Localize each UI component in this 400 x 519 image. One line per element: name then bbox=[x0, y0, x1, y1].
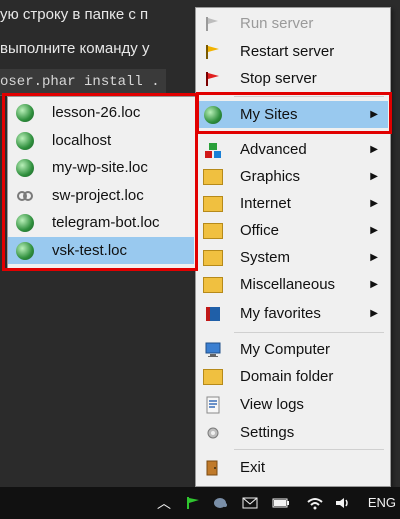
submenu-arrow-icon: ▶ bbox=[370, 225, 378, 236]
menu-item-view-logs[interactable]: View logs bbox=[196, 391, 388, 418]
flag-icon[interactable] bbox=[184, 487, 202, 519]
menu-item-advanced[interactable]: Advanced ▶ bbox=[196, 136, 388, 163]
logs-icon bbox=[202, 394, 224, 416]
wifi-icon[interactable] bbox=[304, 487, 326, 519]
background-text-line-1: ую строку в папке с п bbox=[0, 6, 149, 23]
submenu-arrow-icon: ▶ bbox=[370, 308, 378, 319]
folder-icon bbox=[202, 220, 224, 242]
menu-item-settings[interactable]: Settings bbox=[196, 419, 388, 446]
folder-icon bbox=[202, 193, 224, 215]
restart-server-icon bbox=[202, 41, 224, 63]
menu-item-label: Stop server bbox=[240, 70, 317, 87]
menu-item-label: Advanced bbox=[240, 141, 307, 158]
chevron-up-icon[interactable]: ︿ bbox=[155, 487, 173, 519]
taskbar: ︿ ENG bbox=[0, 487, 400, 519]
computer-icon bbox=[202, 339, 224, 361]
menu-item-label: View logs bbox=[240, 396, 304, 413]
menu-item-my-computer[interactable]: My Computer bbox=[196, 336, 388, 363]
submenu-arrow-icon: ▶ bbox=[370, 144, 378, 155]
tray-context-menu: Run server Restart server Stop server My… bbox=[195, 7, 391, 487]
menu-item-office[interactable]: Office ▶ bbox=[196, 217, 388, 244]
menu-item-label: Office bbox=[240, 222, 279, 239]
advanced-icon bbox=[202, 139, 224, 161]
menu-item-label: System bbox=[240, 249, 291, 266]
book-icon bbox=[202, 303, 224, 325]
menu-item-domain-folder[interactable]: Domain folder bbox=[196, 363, 388, 390]
submenu-arrow-icon: ▶ bbox=[370, 279, 378, 290]
menu-item-label: Domain folder bbox=[240, 368, 334, 385]
menu-item-restart-server[interactable]: Restart server bbox=[196, 38, 388, 65]
gear-icon bbox=[202, 422, 224, 444]
menu-item-label: Exit bbox=[240, 459, 266, 476]
folder-icon bbox=[202, 366, 224, 388]
language-indicator[interactable]: ENG bbox=[368, 495, 396, 510]
menu-item-internet[interactable]: Internet ▶ bbox=[196, 190, 388, 217]
volume-icon[interactable] bbox=[332, 487, 354, 519]
menu-item-run-server[interactable]: Run server bbox=[196, 10, 388, 37]
folder-icon bbox=[202, 166, 224, 188]
folder-icon bbox=[202, 274, 224, 296]
menu-item-system[interactable]: System ▶ bbox=[196, 244, 388, 271]
sites-submenu-highlight-frame bbox=[2, 93, 198, 271]
menu-item-label: Settings bbox=[240, 424, 295, 441]
folder-icon bbox=[202, 247, 224, 269]
stop-server-icon bbox=[202, 68, 224, 90]
background-code-line: oser.phar install . bbox=[0, 69, 166, 96]
menu-item-label: Run server bbox=[240, 15, 314, 32]
submenu-arrow-icon: ▶ bbox=[370, 171, 378, 182]
mail-icon[interactable] bbox=[240, 487, 260, 519]
battery-icon[interactable] bbox=[270, 487, 292, 519]
menu-item-label: Graphics bbox=[240, 168, 301, 185]
exit-icon bbox=[202, 457, 224, 479]
menu-item-miscellaneous[interactable]: Miscellaneous ▶ bbox=[196, 271, 388, 298]
menu-separator bbox=[234, 332, 384, 333]
menu-item-exit[interactable]: Exit bbox=[196, 454, 388, 481]
menu-item-label: My Computer bbox=[240, 341, 331, 358]
elephant-icon[interactable] bbox=[210, 487, 230, 519]
submenu-arrow-icon: ▶ bbox=[370, 198, 378, 209]
menu-item-label: Restart server bbox=[240, 43, 335, 60]
run-server-icon bbox=[202, 13, 224, 35]
menu-item-my-favorites[interactable]: My favorites ▶ bbox=[196, 300, 388, 327]
submenu-arrow-icon: ▶ bbox=[370, 252, 378, 263]
menu-item-label: Internet bbox=[240, 195, 291, 212]
my-sites-highlight-frame bbox=[196, 92, 392, 134]
menu-item-stop-server[interactable]: Stop server bbox=[196, 65, 388, 92]
menu-item-label: Miscellaneous bbox=[240, 276, 336, 293]
menu-separator bbox=[234, 449, 384, 450]
menu-item-label: My favorites bbox=[240, 305, 321, 322]
background-text-line-2: выполните команду у bbox=[0, 40, 150, 57]
menu-item-graphics[interactable]: Graphics ▶ bbox=[196, 163, 388, 190]
